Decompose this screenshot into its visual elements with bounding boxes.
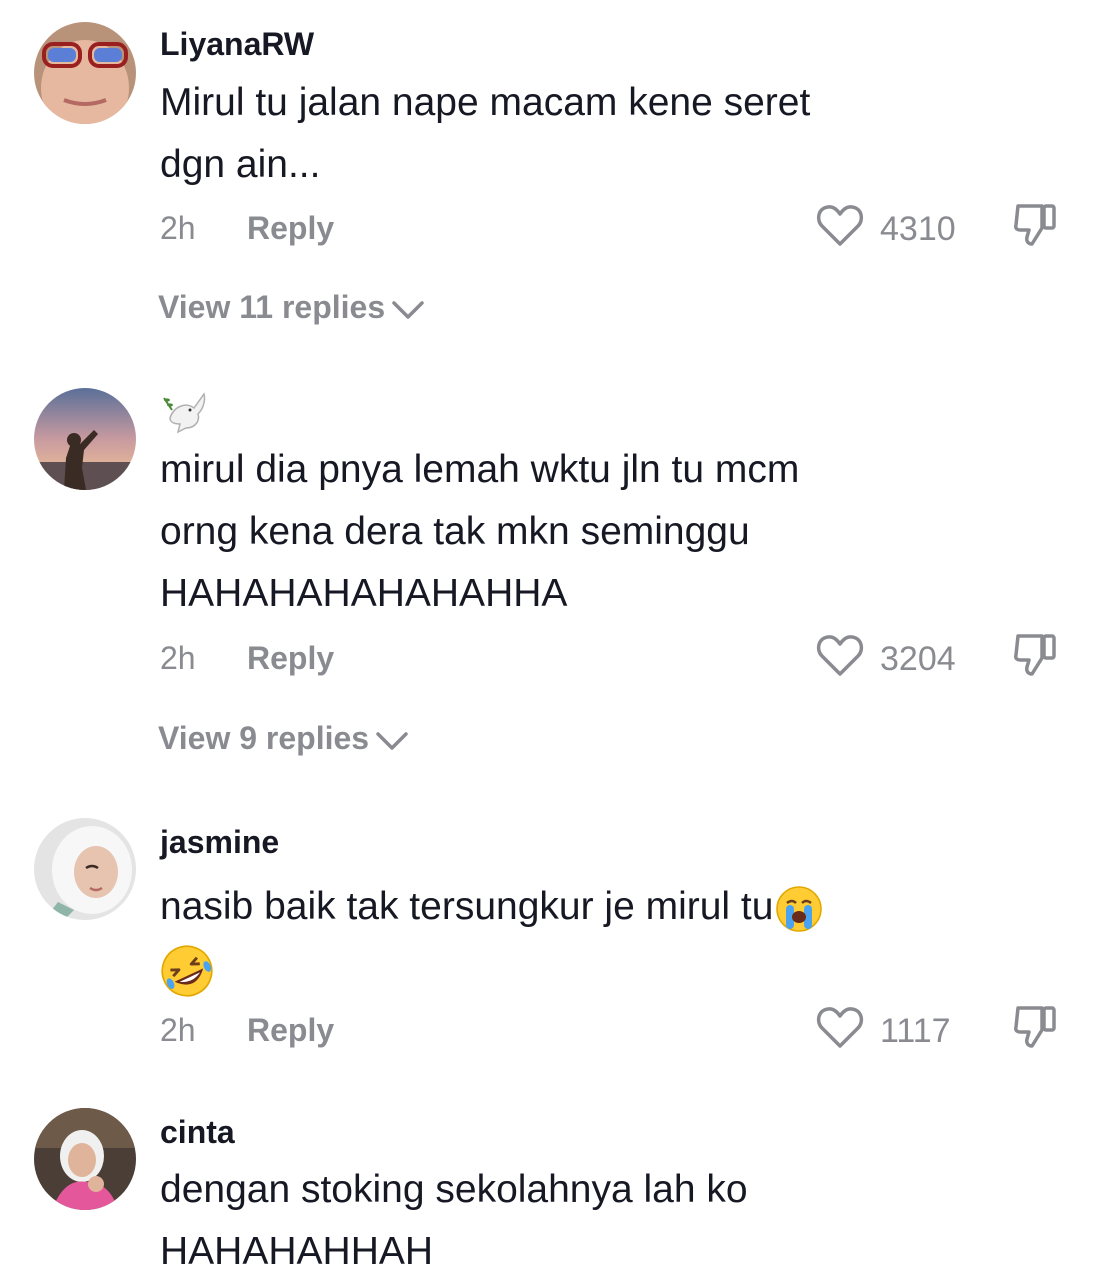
heart-outline-icon — [816, 635, 864, 676]
dislike-button[interactable] — [1012, 1002, 1062, 1052]
chevron-down-icon — [392, 300, 424, 319]
comment-timestamp: 2h — [160, 1012, 196, 1048]
comment-text-line: HAHAHAHHAH — [160, 1230, 434, 1273]
rolling-on-floor-laughing-icon — [161, 945, 213, 997]
comment-text-line: dengan stoking sekolahnya lah ko — [160, 1168, 748, 1211]
dislike-button[interactable] — [1012, 200, 1062, 250]
comment-actions: 2h Reply 4310 — [160, 200, 1070, 250]
view-replies-label: View 11 replies — [158, 289, 386, 325]
like-button[interactable]: 4310 — [816, 200, 976, 250]
dislike-button[interactable] — [1012, 630, 1062, 680]
comment-item: LiyanaRW Mirul tu jalan nape macam kene … — [0, 0, 1103, 340]
like-count: 4310 — [880, 210, 956, 248]
avatar[interactable] — [34, 1108, 136, 1210]
chevron-down-icon — [376, 731, 408, 750]
dove-icon — [163, 392, 206, 434]
thumbs-down-outline-icon — [1014, 634, 1056, 676]
comment-text-line — [160, 938, 960, 1000]
like-count: 1117 — [880, 1012, 951, 1050]
like-count: 3204 — [880, 640, 956, 678]
view-replies-button[interactable]: View 11 replies — [158, 289, 425, 326]
comment-text-line: orng kena dera tak mkn seminggu — [160, 510, 750, 553]
reply-button[interactable]: Reply — [247, 640, 334, 677]
comment-timestamp: 2h — [160, 210, 196, 246]
comment-username[interactable]: cinta — [160, 1114, 235, 1151]
heart-outline-icon — [816, 205, 864, 246]
like-button[interactable]: 3204 — [816, 630, 976, 680]
comment-actions: 2h Reply 1117 — [160, 1002, 1070, 1052]
avatar[interactable] — [34, 818, 136, 920]
reply-button[interactable]: Reply — [247, 210, 334, 247]
comment-text-line: HAHAHAHAHAHAHHA — [160, 572, 568, 615]
comment-item: jasmine nasib baik tak tersungkur je mir… — [0, 810, 1103, 1070]
comment-item: mirul dia pnya lemah wktu jln tu mcm orn… — [0, 380, 1103, 760]
reply-button[interactable]: Reply — [247, 1012, 334, 1049]
comment-text-line: mirul dia pnya lemah wktu jln tu mcm — [160, 448, 800, 491]
view-replies-label: View 9 replies — [158, 720, 370, 756]
comment-item: cinta dengan stoking sekolahnya lah ko H… — [0, 1100, 1103, 1280]
comment-text-line: nasib baik tak tersungkur je mirul tu — [160, 876, 960, 938]
avatar[interactable] — [34, 388, 136, 490]
comment-text: nasib baik tak tersungkur je mirul tu — [160, 876, 960, 1000]
comment-text: Mirul tu jalan nape macam kene seret dgn… — [160, 72, 960, 196]
comment-actions: 2h Reply 3204 — [160, 630, 1070, 680]
view-replies-button[interactable]: View 9 replies — [158, 720, 409, 757]
like-button[interactable]: 1117 — [816, 1002, 976, 1052]
comment-username[interactable]: LiyanaRW — [160, 26, 314, 63]
thumbs-down-outline-icon — [1014, 204, 1056, 246]
comment-text-line: dgn ain... — [160, 143, 321, 186]
heart-outline-icon — [816, 1007, 864, 1048]
thumbs-down-outline-icon — [1014, 1006, 1056, 1048]
comment-timestamp: 2h — [160, 640, 196, 676]
comment-username[interactable] — [160, 388, 210, 444]
loudly-crying-face-icon — [776, 885, 823, 932]
comment-text-line: Mirul tu jalan nape macam kene seret — [160, 81, 811, 124]
comment-text: mirul dia pnya lemah wktu jln tu mcm orn… — [160, 439, 960, 625]
comment-text-segment: nasib baik tak tersungkur je mirul tu — [160, 885, 774, 928]
comment-text: dengan stoking sekolahnya lah ko HAHAHAH… — [160, 1159, 960, 1283]
avatar[interactable] — [34, 22, 136, 124]
comment-username[interactable]: jasmine — [160, 824, 279, 861]
